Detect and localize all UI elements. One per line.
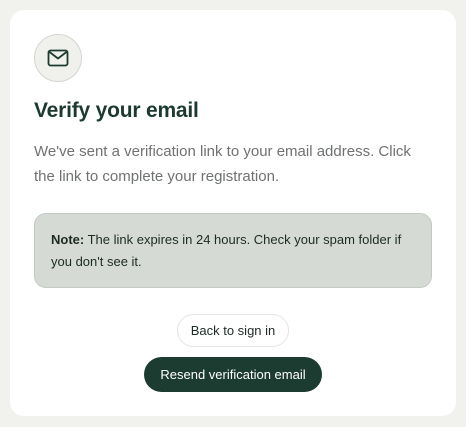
- page-title: Verify your email: [34, 99, 199, 122]
- mail-icon-badge: [34, 34, 82, 82]
- verify-email-card: Verify your email We've sent a verificat…: [10, 10, 456, 416]
- resend-verification-button[interactable]: Resend verification email: [144, 357, 322, 392]
- note-label: Note:: [51, 232, 85, 247]
- verification-description: We've sent a verification link to your e…: [34, 143, 411, 185]
- note-text: The link expires in 24 hours. Check your…: [51, 232, 402, 269]
- mail-icon: [47, 49, 69, 67]
- back-to-sign-in-button[interactable]: Back to sign in: [177, 314, 289, 347]
- expiry-note: Note: The link expires in 24 hours. Chec…: [34, 213, 432, 288]
